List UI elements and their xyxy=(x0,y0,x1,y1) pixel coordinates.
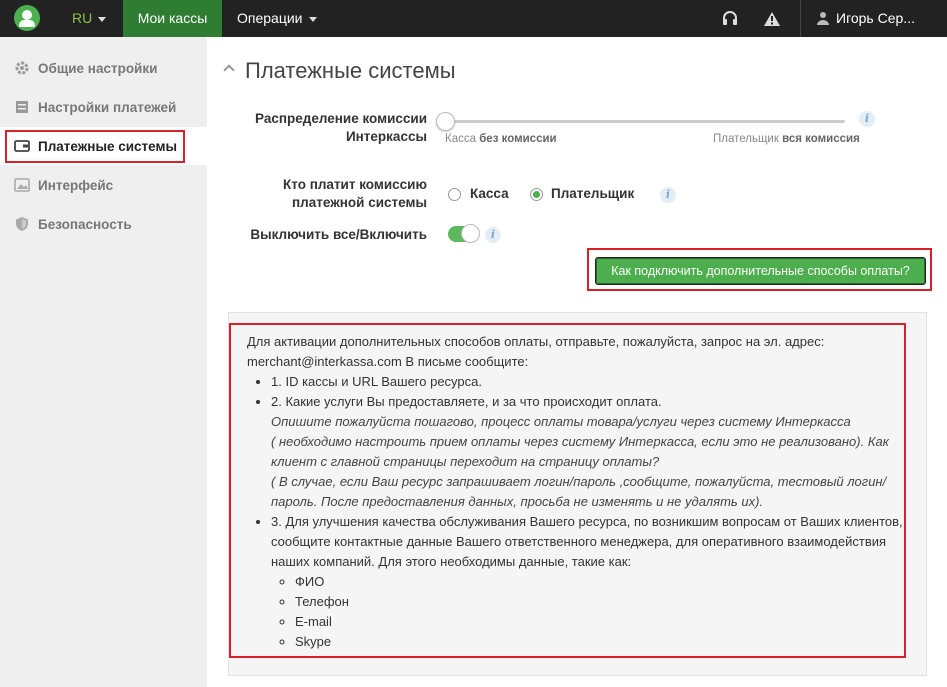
radio-kassa[interactable] xyxy=(448,188,461,201)
contact-fields-list: ФИО Телефон E-mail Skype xyxy=(295,572,907,652)
radio-payer[interactable] xyxy=(530,188,543,201)
chevron-down-icon xyxy=(98,16,107,22)
commission-slider-handle[interactable] xyxy=(436,112,455,131)
top-navbar: RU Мои кассы Операции Игорь Сер... xyxy=(0,0,947,37)
chevron-down-icon xyxy=(308,16,317,22)
nav-my-kassy[interactable]: Мои кассы xyxy=(123,0,222,37)
sidebar-item-general-settings[interactable]: Общие настройки xyxy=(0,49,207,87)
slider-right-caption: Плательщик вся комиссия xyxy=(713,133,860,145)
sidebar-item-interface[interactable]: Интерфейс xyxy=(0,166,207,204)
commission-distribution-label: Распределение комиссии Интеркассы xyxy=(255,111,427,144)
connect-payment-methods-button[interactable]: Как подключить дополнительные способы оп… xyxy=(595,257,926,285)
radio-payer-label[interactable]: Плательщик xyxy=(551,186,634,201)
sidebar-item-payment-settings[interactable]: Настройки платежей xyxy=(0,88,207,126)
warning-icon[interactable] xyxy=(754,0,790,37)
language-selector[interactable]: RU xyxy=(72,10,107,26)
list-item: 2. Какие услуги Вы предоставляете, и за … xyxy=(271,392,907,512)
list-item: 3. Для улучшения качества обслуживания В… xyxy=(271,512,907,652)
navbar-divider xyxy=(800,0,801,37)
chevron-up-icon[interactable] xyxy=(223,64,235,76)
requirements-list: 1. ID кассы и URL Вашего ресурса. 2. Как… xyxy=(271,372,907,652)
highlight-frame-sidebar xyxy=(5,130,185,163)
info-panel-text: Для активации дополнительных способов оп… xyxy=(247,332,907,652)
sidebar-item-security[interactable]: Безопасность xyxy=(0,205,207,243)
gear-icon xyxy=(15,61,29,75)
radio-kassa-label[interactable]: Касса xyxy=(470,186,509,201)
payer-commission-label: Кто платит комиссию платежной системы xyxy=(283,177,427,210)
info-icon-commission[interactable]: i xyxy=(859,111,875,127)
toggle-all-switch[interactable] xyxy=(448,224,480,243)
info-icon-payer[interactable]: i xyxy=(660,187,676,203)
logo-icon[interactable] xyxy=(14,5,40,31)
list-item: Skype xyxy=(295,632,907,652)
page-title: Платежные системы xyxy=(223,58,456,84)
image-icon xyxy=(14,178,30,192)
user-icon xyxy=(817,12,829,25)
document-icon xyxy=(16,101,28,113)
nav-operations[interactable]: Операции xyxy=(237,0,317,37)
commission-slider-track[interactable] xyxy=(445,120,845,123)
list-item: Телефон xyxy=(295,592,907,612)
list-item: ФИО xyxy=(295,572,907,592)
list-item: 1. ID кассы и URL Вашего ресурса. xyxy=(271,372,907,392)
support-headset-icon[interactable] xyxy=(712,0,748,37)
slider-left-caption: Касса без комиссии xyxy=(445,133,557,145)
shield-icon xyxy=(16,217,28,231)
list-item: E-mail xyxy=(295,612,907,632)
toggle-all-label: Выключить все/Включить xyxy=(250,227,427,242)
info-icon-toggle[interactable]: i xyxy=(485,227,501,243)
user-menu[interactable]: Игорь Сер... xyxy=(816,0,915,37)
